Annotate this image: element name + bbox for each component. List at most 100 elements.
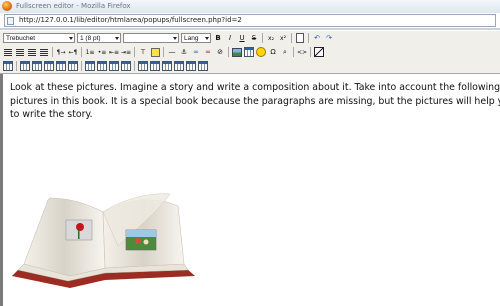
align-right-button[interactable] <box>27 47 37 57</box>
cell-delete-button[interactable] <box>174 61 184 71</box>
fullscreen-button[interactable] <box>314 47 324 57</box>
col-split-icon <box>121 61 131 71</box>
insert-char-button[interactable]: Ω <box>268 47 278 57</box>
text-line: to write the story. <box>10 109 93 120</box>
horizontal-rule-icon: — <box>168 48 176 56</box>
link-icon: ∞ <box>193 48 199 56</box>
insert-link-button[interactable]: ∞ <box>191 47 201 57</box>
bold-button[interactable]: B <box>213 33 223 43</box>
nolink-icon: ⊘ <box>217 48 223 56</box>
indent-icon: ⇥≡ <box>120 48 132 56</box>
code-icon: <> <box>296 48 308 56</box>
toolbar-separator <box>228 47 229 57</box>
col-insert-after-button[interactable] <box>97 61 107 71</box>
cell-insert-before-button[interactable] <box>150 61 160 71</box>
superscript-button[interactable]: x² <box>278 33 288 43</box>
garden-figure <box>135 238 141 244</box>
font-family-select[interactable]: Trebuchet <box>3 33 75 43</box>
toolbar-separator <box>293 47 294 57</box>
ordered-list-icon: 1≡ <box>85 48 95 56</box>
editor-toolbar: Trebuchet 1 (8 pt) Lang B I U S x₂ x² ↶ … <box>0 31 500 74</box>
col-insert-after-icon <box>97 61 107 71</box>
unordered-list-button[interactable]: •≡ <box>97 47 107 57</box>
fullscreen-icon <box>314 47 324 57</box>
book-left-page <box>23 197 106 277</box>
text-color-button[interactable]: T <box>138 47 148 57</box>
rose-flower <box>76 223 84 231</box>
outdent-icon: ⇤≡ <box>108 48 120 56</box>
address-bar[interactable]: http://127.0.0.1/lib/editor/htmlarea/pop… <box>4 14 496 27</box>
format-block-select[interactable] <box>123 33 179 43</box>
justify-icon <box>40 48 48 56</box>
cell-delete-icon <box>174 61 184 71</box>
cell-properties-button[interactable] <box>138 61 148 71</box>
window-title: Fullscreen editor - Mozilla Firefox <box>16 2 131 10</box>
table-properties-icon <box>3 61 13 71</box>
font-size-value: 1 (8 pt) <box>80 35 101 42</box>
smiley-icon <box>256 47 266 57</box>
strikethrough-button[interactable]: S <box>249 33 259 43</box>
background-color-button[interactable] <box>150 47 160 57</box>
address-url[interactable]: http://127.0.0.1/lib/editor/htmlarea/pop… <box>19 15 242 26</box>
toolbar-separator <box>81 47 82 57</box>
ordered-list-button[interactable]: 1≡ <box>85 47 95 57</box>
toolbar-row-2: ¶→ ←¶ 1≡ •≡ ⇤≡ ⇥≡ T — ⚓ ∞ ∞ ⊘ Ω ⌕ <> <box>3 46 324 58</box>
anchor-button[interactable]: ⚓ <box>179 47 189 57</box>
search-replace-button[interactable]: ⌕ <box>280 47 290 57</box>
outdent-button[interactable]: ⇤≡ <box>109 47 119 57</box>
unlink-button[interactable]: ∞ <box>203 47 213 57</box>
toolbar-separator <box>134 61 135 71</box>
align-center-button[interactable] <box>15 47 25 57</box>
copy-cleanup-button[interactable] <box>295 33 305 43</box>
toolbar-separator <box>134 47 135 57</box>
cell-insert-after-icon <box>162 61 172 71</box>
cell-insert-after-button[interactable] <box>162 61 172 71</box>
font-size-select[interactable]: 1 (8 pt) <box>77 33 121 43</box>
special-char-icon: Ω <box>270 48 276 56</box>
table-properties-button[interactable] <box>3 61 13 71</box>
row-insert-above-button[interactable] <box>32 61 42 71</box>
row-properties-button[interactable] <box>20 61 30 71</box>
underline-button[interactable]: U <box>237 33 247 43</box>
insert-table-button[interactable] <box>244 47 254 57</box>
justify-button[interactable] <box>39 47 49 57</box>
rtl-button[interactable]: ←¶ <box>68 47 78 57</box>
subscript-button[interactable]: x₂ <box>266 33 276 43</box>
nolink-button[interactable]: ⊘ <box>215 47 225 57</box>
font-family-value: Trebuchet <box>6 35 36 42</box>
cell-merge-button[interactable] <box>198 61 208 71</box>
toolbar-row-1: Trebuchet 1 (8 pt) Lang B I U S x₂ x² ↶ … <box>3 32 334 44</box>
unlink-icon: ∞ <box>205 48 211 56</box>
undo-button[interactable]: ↶ <box>312 33 322 43</box>
cell-split-button[interactable] <box>186 61 196 71</box>
rtl-icon: ←¶ <box>68 48 78 56</box>
col-delete-button[interactable] <box>109 61 119 71</box>
ltr-button[interactable]: ¶→ <box>56 47 66 57</box>
html-source-button[interactable]: <> <box>297 47 307 57</box>
col-insert-before-button[interactable] <box>85 61 95 71</box>
insert-smiley-button[interactable] <box>256 47 266 57</box>
rose-stem <box>78 230 80 239</box>
garden-sky <box>126 230 156 237</box>
align-center-icon <box>16 48 24 56</box>
insert-image-button[interactable] <box>232 47 242 57</box>
col-insert-before-icon <box>85 61 95 71</box>
indent-button[interactable]: ⇥≡ <box>121 47 131 57</box>
text-line: Look at these pictures. Imagine a story … <box>10 82 500 93</box>
search-icon: ⌕ <box>283 47 287 56</box>
italic-button[interactable]: I <box>225 33 235 43</box>
row-split-button[interactable] <box>68 61 78 71</box>
row-insert-under-button[interactable] <box>44 61 54 71</box>
toolbar-separator <box>310 47 311 57</box>
align-left-button[interactable] <box>3 47 13 57</box>
anchor-icon: ⚓ <box>180 48 188 56</box>
row-delete-icon <box>56 61 66 71</box>
toolbar-separator <box>163 47 164 57</box>
col-split-button[interactable] <box>121 61 131 71</box>
horizontal-rule-button[interactable]: — <box>167 47 177 57</box>
toolbar-separator <box>16 61 17 71</box>
language-select[interactable]: Lang <box>181 33 211 43</box>
row-delete-button[interactable] <box>56 61 66 71</box>
chevron-down-icon <box>205 37 209 40</box>
redo-button[interactable]: ↷ <box>324 33 334 43</box>
